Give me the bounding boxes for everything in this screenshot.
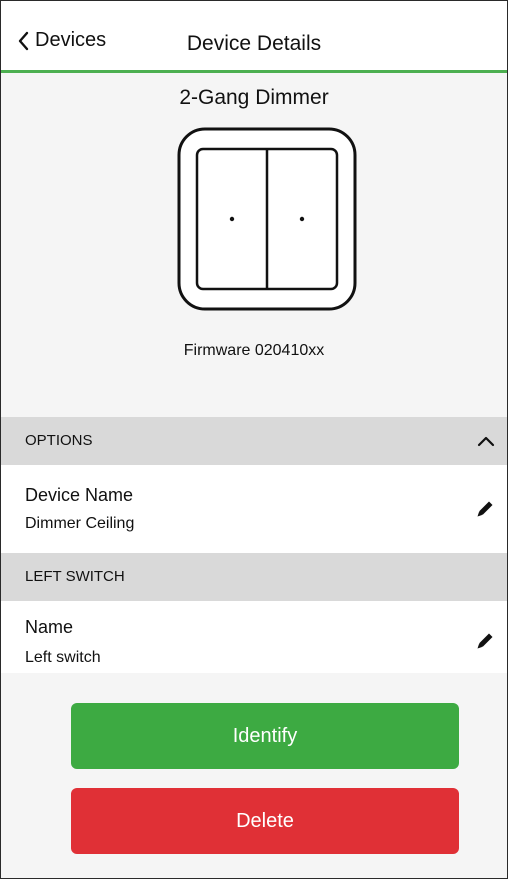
page-title: Device Details: [186, 32, 322, 55]
options-section-label: OPTIONS: [25, 432, 93, 449]
device-name-label: Device Name: [25, 485, 134, 505]
identify-button[interactable]: Identify: [71, 703, 459, 769]
left-switch-section-label: LEFT SWITCH: [25, 568, 125, 585]
chevron-up-icon[interactable]: [477, 435, 495, 447]
device-name-value: Dimmer Ceiling: [25, 515, 135, 532]
left-switch-section-header: LEFT SWITCH: [1, 553, 507, 601]
device-details-screen: Devices Device Details 2-Gang Dimmer Fir…: [0, 0, 508, 879]
delete-button[interactable]: Delete: [71, 788, 459, 854]
switch-name-value: Left switch: [25, 649, 101, 666]
edit-pencil-icon[interactable]: [475, 631, 495, 651]
edit-pencil-icon[interactable]: [475, 499, 495, 519]
firmware-version: Firmware 020410xx: [183, 342, 325, 359]
nav-header: Devices Device Details: [1, 1, 507, 73]
device-name-row[interactable]: Device Name Dimmer Ceiling: [1, 465, 507, 553]
options-section-header[interactable]: OPTIONS: [1, 417, 507, 465]
device-type-label: 2-Gang Dimmer: [179, 86, 329, 109]
switch-name-label: Name: [25, 617, 74, 637]
left-switch-name-row[interactable]: Name Left switch: [1, 601, 507, 673]
two-gang-switch-illustration: [177, 127, 357, 311]
